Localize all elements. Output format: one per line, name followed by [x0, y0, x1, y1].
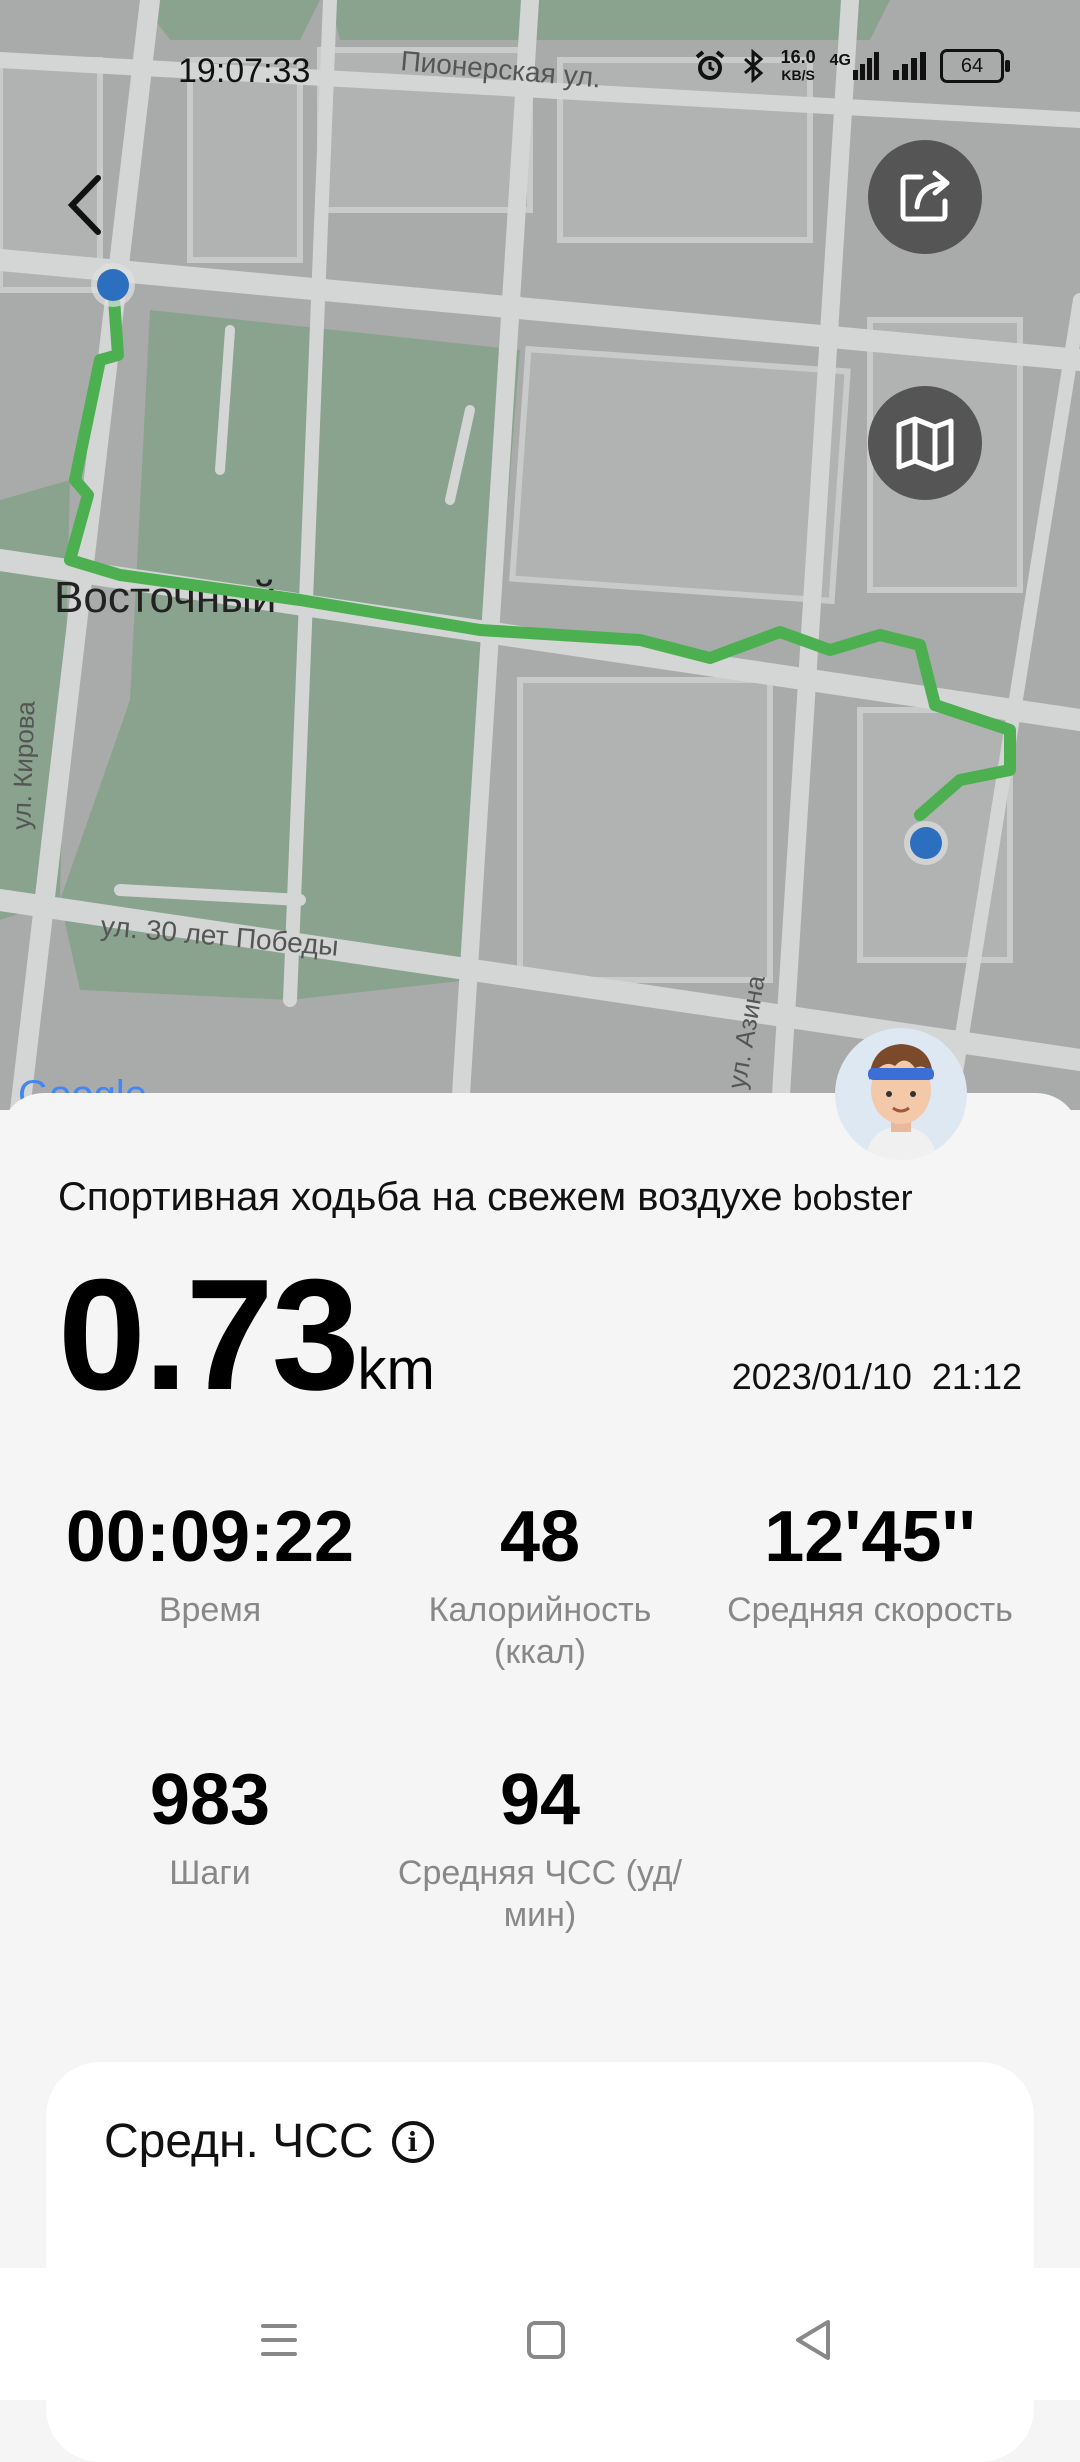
map-icon: [896, 416, 954, 472]
distance-value: 0.73km: [58, 1247, 435, 1423]
home-icon[interactable]: [516, 2310, 576, 2370]
stat-label: Средняя скорость: [727, 1591, 1013, 1629]
username: bobster: [792, 1177, 913, 1218]
stat-label: Время: [158, 1591, 262, 1629]
map-type-button[interactable]: [868, 386, 982, 500]
navigation-bar: [0, 2268, 1080, 2400]
stat-avg-speed: 12'45'' Средняя скорость: [705, 1497, 1035, 1631]
stat-value: 12'45'': [764, 1497, 976, 1577]
share-button[interactable]: [868, 140, 982, 254]
stat-label: Шаги: [169, 1854, 251, 1892]
network-speed: 16.0 KB/S: [780, 47, 816, 83]
battery-icon: 64: [940, 49, 1010, 83]
stat-duration: 00:09:22 Время: [45, 1497, 375, 1631]
street-label-kirova: ул. Кирова: [6, 700, 40, 830]
menu-icon[interactable]: [249, 2310, 309, 2370]
chevron-left-icon: [67, 175, 101, 235]
stat-value: 94: [499, 1760, 581, 1840]
status-icons: 16.0 KB/S 4G 64: [693, 47, 1010, 84]
stat-value: 48: [499, 1497, 581, 1577]
stat-avg-heart-rate: 94 Средняя ЧСС (уд/мин): [375, 1760, 705, 1936]
user-avatar[interactable]: [835, 1028, 967, 1160]
stat-value: 983: [149, 1760, 271, 1840]
stat-steps: 983 Шаги: [45, 1760, 375, 1894]
signal-icon: [893, 52, 926, 80]
heart-rate-card-title: Средн. ЧСС i: [104, 2114, 434, 2169]
stat-value: 00:09:22: [65, 1497, 355, 1577]
workout-datetime: 2023/01/10 21:12: [732, 1356, 1022, 1398]
workout-time: 21:12: [931, 1356, 1022, 1397]
route-end-marker: [910, 827, 942, 859]
distance-unit: km: [357, 1337, 435, 1402]
workout-date: 2023/01/10: [731, 1356, 912, 1397]
status-bar: 19:07:33 16.0 KB/S 4G 64: [0, 0, 1080, 140]
workout-title: Спортивная ходьба на свежем воздухе bobst…: [58, 1175, 913, 1219]
stat-label: Средняя ЧСС (уд/мин): [397, 1854, 683, 1934]
avatar-illustration: [865, 1044, 937, 1160]
alarm-icon: [695, 50, 724, 80]
stat-calories: 48 Калорийность (ккал): [375, 1497, 705, 1673]
stat-label: Калорийность (ккал): [428, 1591, 652, 1671]
route-start-marker: [97, 269, 129, 301]
heart-rate-card[interactable]: Средн. ЧСС i: [46, 2062, 1034, 2462]
back-button[interactable]: [58, 170, 114, 240]
street-label-azina: ул. Азина: [721, 972, 771, 1091]
share-icon: [900, 170, 950, 222]
info-icon[interactable]: i: [391, 2120, 434, 2163]
bluetooth-icon: [743, 49, 763, 83]
status-time: 19:07:33: [178, 52, 311, 90]
back-triangle-icon[interactable]: [784, 2310, 844, 2370]
cellular-4g-icon: 4G: [830, 52, 879, 80]
